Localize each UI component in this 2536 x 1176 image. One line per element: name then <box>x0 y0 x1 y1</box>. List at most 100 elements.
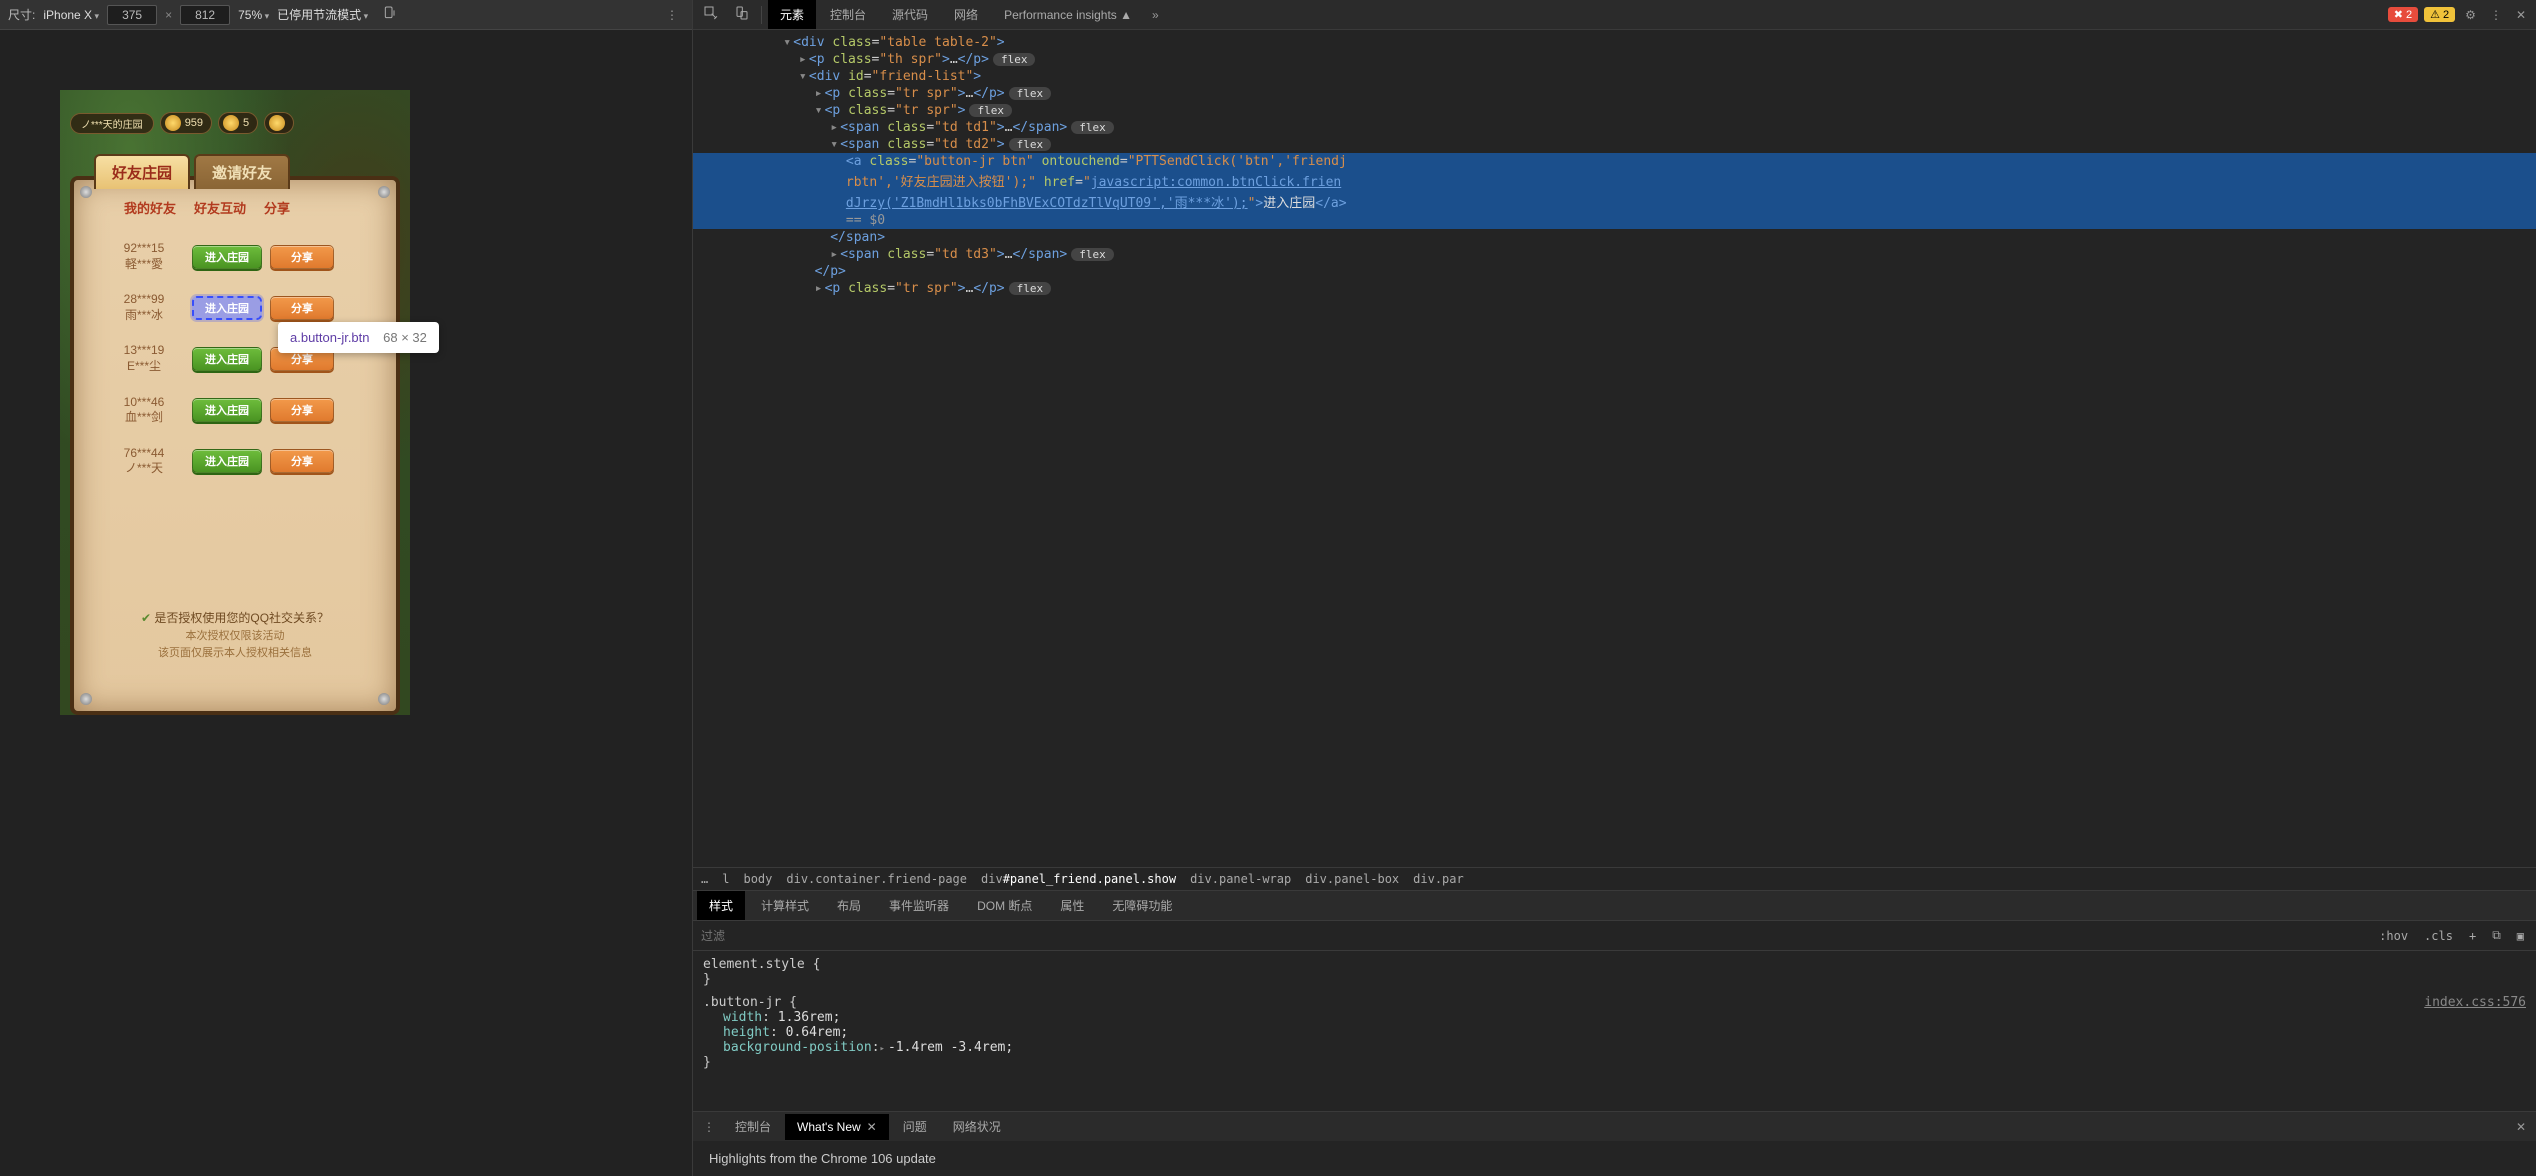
drawer-tab-network-conditions[interactable]: 网络状况 <box>941 1112 1013 1141</box>
flex-pill[interactable]: flex <box>1009 87 1052 100</box>
tab-computed[interactable]: 计算样式 <box>749 891 821 920</box>
dom-node[interactable]: ▾<div class="table table-2"> <box>693 34 2536 51</box>
preview-viewport: ノ***天的庄园 959 5 好友庄园 邀请好友 我的好友 <box>0 30 692 1176</box>
dom-node[interactable]: </p> <box>693 263 2536 280</box>
breadcrumb[interactable]: … l body div.container.friend-page div#p… <box>693 867 2536 891</box>
throttle-select[interactable]: 已停用节流模式 <box>277 6 368 23</box>
drawer-tab-console[interactable]: 控制台 <box>723 1112 783 1141</box>
crumb-item[interactable]: div.panel-wrap <box>1190 872 1291 886</box>
close-icon[interactable]: ✕ <box>867 1120 877 1134</box>
cls-toggle[interactable]: .cls <box>2420 929 2457 943</box>
auth-line: 该页面仅展示本人授权相关信息 <box>74 645 396 663</box>
crumb-item[interactable]: div.container.friend-page <box>786 872 967 886</box>
crumb-item[interactable]: div#panel_friend.panel.show <box>981 872 1176 886</box>
bolt-icon <box>80 693 92 705</box>
error-badge[interactable]: ✖ 2 <box>2388 7 2418 22</box>
subtab-my-friends[interactable]: 我的好友 <box>124 198 176 217</box>
enter-farm-button[interactable]: 进入庄园 <box>192 245 262 269</box>
device-height-input[interactable] <box>180 5 230 25</box>
drawer-tab-whatsnew[interactable]: What's New✕ <box>785 1114 889 1140</box>
share-button[interactable]: 分享 <box>270 245 334 269</box>
tab-event-listeners[interactable]: 事件监听器 <box>877 891 961 920</box>
css-property[interactable]: height: 0.64rem; <box>703 1025 2526 1040</box>
dom-node-selected[interactable]: == $0 <box>693 212 2536 229</box>
computed-toggle-icon[interactable]: ⧉ <box>2488 928 2505 943</box>
dom-node[interactable]: ▾<p class="tr spr">flex <box>693 102 2536 119</box>
dom-tree[interactable]: ▾<div class="table table-2"> ▸<p class="… <box>693 30 2536 867</box>
tab-styles[interactable]: 样式 <box>697 891 745 920</box>
dom-node[interactable]: </span> <box>693 229 2536 246</box>
subtab-share[interactable]: 分享 <box>264 198 290 217</box>
dom-node-selected[interactable]: dJrzy('Z1BmdHl1bks0bFhBVExCOTdzTlVqUT09'… <box>693 191 2536 212</box>
tab-elements[interactable]: 元素 <box>768 0 816 29</box>
tab-layout[interactable]: 布局 <box>825 891 873 920</box>
css-property[interactable]: width: 1.36rem; <box>703 1010 2526 1025</box>
inspect-icon[interactable] <box>697 1 725 28</box>
auth-question: 是否授权使用您的QQ社交关系？ <box>74 609 396 628</box>
enter-farm-button[interactable]: 进入庄园 <box>192 398 262 422</box>
dom-node[interactable]: ▾<span class="td td2">flex <box>693 136 2536 153</box>
crumb-more[interactable]: … <box>701 872 708 886</box>
crumb-item[interactable]: div.par <box>1413 872 1464 886</box>
flex-pill[interactable]: flex <box>1071 248 1114 261</box>
flex-pill[interactable]: flex <box>969 104 1012 117</box>
dom-node[interactable]: ▸<p class="tr spr">…</p>flex <box>693 85 2536 102</box>
enter-farm-button[interactable]: 进入庄园 <box>192 347 262 371</box>
dom-node-selected[interactable]: rbtn','好友庄园进入按钮');" href="javascript:com… <box>693 170 2536 191</box>
friend-name: ノ***天 <box>104 461 184 477</box>
close-icon[interactable]: ✕ <box>2510 1116 2532 1138</box>
more-tabs-icon[interactable]: » <box>1146 4 1165 26</box>
rule-source[interactable]: index.css:576 <box>2424 995 2526 1010</box>
crumb-item[interactable]: body <box>743 872 772 886</box>
rotate-icon[interactable] <box>376 1 404 28</box>
tab-network[interactable]: 网络 <box>942 0 990 29</box>
device-mode-icon[interactable] <box>727 1 755 28</box>
tab-invite-friends[interactable]: 邀请好友 <box>194 154 290 189</box>
sidebar-toggle-icon[interactable]: ▣ <box>2513 929 2528 943</box>
dom-node[interactable]: ▸<p class="th spr">…</p>flex <box>693 51 2536 68</box>
flex-pill[interactable]: flex <box>1009 282 1052 295</box>
drawer-more-icon[interactable]: ⋮ <box>697 1116 721 1138</box>
more-icon[interactable]: ⋮ <box>660 4 684 26</box>
flex-pill[interactable]: flex <box>1071 121 1114 134</box>
device-select[interactable]: iPhone X <box>43 8 99 22</box>
device-width-input[interactable] <box>107 5 157 25</box>
drawer-tab-issues[interactable]: 问题 <box>891 1112 939 1141</box>
tab-accessibility[interactable]: 无障碍功能 <box>1100 891 1184 920</box>
new-rule-icon[interactable]: + <box>2465 929 2480 943</box>
tab-friends-farm[interactable]: 好友庄园 <box>94 154 190 189</box>
crumb-item[interactable]: l <box>722 872 729 886</box>
share-button[interactable]: 分享 <box>270 398 334 422</box>
subtab-interact[interactable]: 好友互动 <box>194 198 246 217</box>
flex-pill[interactable]: flex <box>1009 138 1052 151</box>
kebab-icon[interactable]: ⋮ <box>2484 4 2508 26</box>
styles-pane[interactable]: element.style { } .button-jr { index.css… <box>693 951 2536 1111</box>
note-icon <box>269 115 285 131</box>
tab-sources[interactable]: 源代码 <box>880 0 940 29</box>
flex-pill[interactable]: flex <box>993 53 1036 66</box>
crumb-item[interactable]: div.panel-box <box>1305 872 1399 886</box>
dom-node[interactable]: ▸<span class="td td3">…</span>flex <box>693 246 2536 263</box>
rule-selector[interactable]: .button-jr { <box>703 995 797 1010</box>
hov-toggle[interactable]: :hov <box>2375 929 2412 943</box>
dom-node[interactable]: ▾<div id="friend-list"> <box>693 68 2536 85</box>
tab-properties[interactable]: 属性 <box>1048 891 1096 920</box>
tab-dom-breakpoints[interactable]: DOM 断点 <box>965 891 1044 920</box>
tab-console[interactable]: 控制台 <box>818 0 878 29</box>
css-property[interactable]: background-position:▸-1.4rem -3.4rem; <box>703 1040 2526 1055</box>
dom-node[interactable]: ▸<span class="td td1">…</span>flex <box>693 119 2536 136</box>
share-button[interactable]: 分享 <box>270 296 334 320</box>
settings-icon[interactable]: ⚙ <box>2459 4 2482 26</box>
prop-value: 0.64rem; <box>786 1025 849 1040</box>
enter-farm-button[interactable]: 进入庄园 <box>192 449 262 473</box>
dom-node[interactable]: ▸<p class="tr spr">…</p>flex <box>693 280 2536 297</box>
zoom-select[interactable]: 75% <box>238 8 269 22</box>
dom-node-selected[interactable]: <a class="button-jr btn" ontouchend="PTT… <box>693 153 2536 170</box>
warning-badge[interactable]: ⚠ 2 <box>2424 7 2455 22</box>
styles-filter-input[interactable] <box>701 929 2367 943</box>
rule-selector[interactable]: element.style { <box>703 957 2526 972</box>
tab-performance-insights[interactable]: Performance insights ▲ <box>992 2 1144 28</box>
close-icon[interactable]: ✕ <box>2510 4 2532 26</box>
enter-farm-button[interactable]: 进入庄园 <box>192 296 262 320</box>
share-button[interactable]: 分享 <box>270 449 334 473</box>
